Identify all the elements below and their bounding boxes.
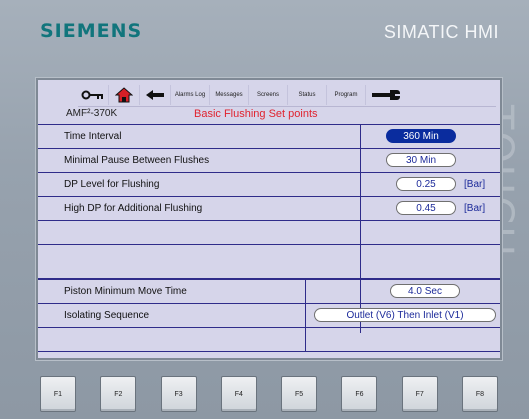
setpoint-row-dp-level: DP Level for Flushing 0.25 [Bar] <box>38 173 500 197</box>
piston-row-move-time: Piston Minimum Move Time 4.0 Sec <box>38 280 500 304</box>
dp-level-field[interactable]: 0.25 <box>396 177 456 191</box>
screen-header: AMF²-370K Basic Flushing Set points <box>38 107 500 121</box>
unit-label: [Bar] <box>464 203 486 214</box>
function-key-f8[interactable]: F8 <box>461 376 498 412</box>
function-key-f1[interactable]: F1 <box>40 376 76 412</box>
piston-label: Isolating Sequence <box>64 310 150 321</box>
key-icon <box>81 90 103 100</box>
back-button[interactable] <box>140 85 171 105</box>
program-button[interactable]: Program <box>327 85 366 105</box>
setpoint-label: DP Level for Flushing <box>64 179 160 190</box>
empty-row <box>38 221 500 245</box>
function-key-f3[interactable]: F3 <box>160 376 197 412</box>
function-key-f4[interactable]: F4 <box>220 376 257 412</box>
piston-move-time-field[interactable]: 4.0 Sec <box>390 284 460 298</box>
model-label: AMF²-370K <box>66 108 118 119</box>
empty-row <box>38 258 500 279</box>
settings-button[interactable] <box>366 85 406 105</box>
function-key-f6[interactable]: F6 <box>341 376 378 412</box>
screens-button[interactable]: Screens <box>249 85 288 105</box>
setpoint-label: High DP for Additional Flushing <box>64 203 203 214</box>
unit-label: [Bar] <box>464 179 486 190</box>
time-interval-field[interactable]: 360 Min <box>386 129 456 143</box>
messages-button[interactable]: Messages <box>210 85 249 105</box>
piston-label: Piston Minimum Move Time <box>64 286 187 297</box>
hmi-panel: SIEMENS SIMATIC HMI TOUCH <box>0 0 529 419</box>
key-button[interactable] <box>78 85 109 105</box>
setpoint-label: Time Interval <box>64 131 122 142</box>
setpoint-label: Minimal Pause Between Flushes <box>64 155 210 166</box>
home-icon <box>115 87 133 103</box>
isolating-sequence-field[interactable]: Outlet (V6) Then Inlet (V1) <box>314 308 496 322</box>
back-arrow-icon <box>146 90 164 100</box>
setpoint-row-minimal-pause: Minimal Pause Between Flushes 30 Min <box>38 149 500 173</box>
status-button[interactable]: Status <box>288 85 327 105</box>
hmi-screen: Alarms Log Messages Screens Status Progr… <box>38 80 500 358</box>
brand-logo: SIEMENS <box>40 20 143 42</box>
function-key-f2[interactable]: F2 <box>100 376 137 412</box>
piston-row-isolating-sequence: Isolating Sequence Outlet (V6) Then Inle… <box>38 304 500 328</box>
empty-row <box>38 328 500 352</box>
product-name: SIMATIC HMI <box>383 22 499 42</box>
function-key-f5[interactable]: F5 <box>281 376 318 412</box>
setpoint-row-time-interval: Time Interval 360 Min <box>38 125 500 149</box>
spacer-row <box>38 258 500 279</box>
toolbar: Alarms Log Messages Screens Status Progr… <box>78 84 496 107</box>
wrench-icon <box>372 90 400 100</box>
function-keys: F1 F2 F3 F4 F5 F6 F7 F8 <box>40 376 498 414</box>
high-dp-field[interactable]: 0.45 <box>396 201 456 215</box>
piston-table: Piston Minimum Move Time 4.0 Sec Isolati… <box>38 279 500 352</box>
home-button[interactable] <box>109 85 140 105</box>
minimal-pause-field[interactable]: 30 Min <box>386 153 456 167</box>
function-key-f7[interactable]: F7 <box>401 376 438 412</box>
setpoint-row-high-dp: High DP for Additional Flushing 0.45 [Ba… <box>38 197 500 221</box>
alarms-log-button[interactable]: Alarms Log <box>171 85 210 105</box>
setpoint-table: Time Interval 360 Min Minimal Pause Betw… <box>38 124 500 333</box>
screen-title: Basic Flushing Set points <box>194 108 318 120</box>
